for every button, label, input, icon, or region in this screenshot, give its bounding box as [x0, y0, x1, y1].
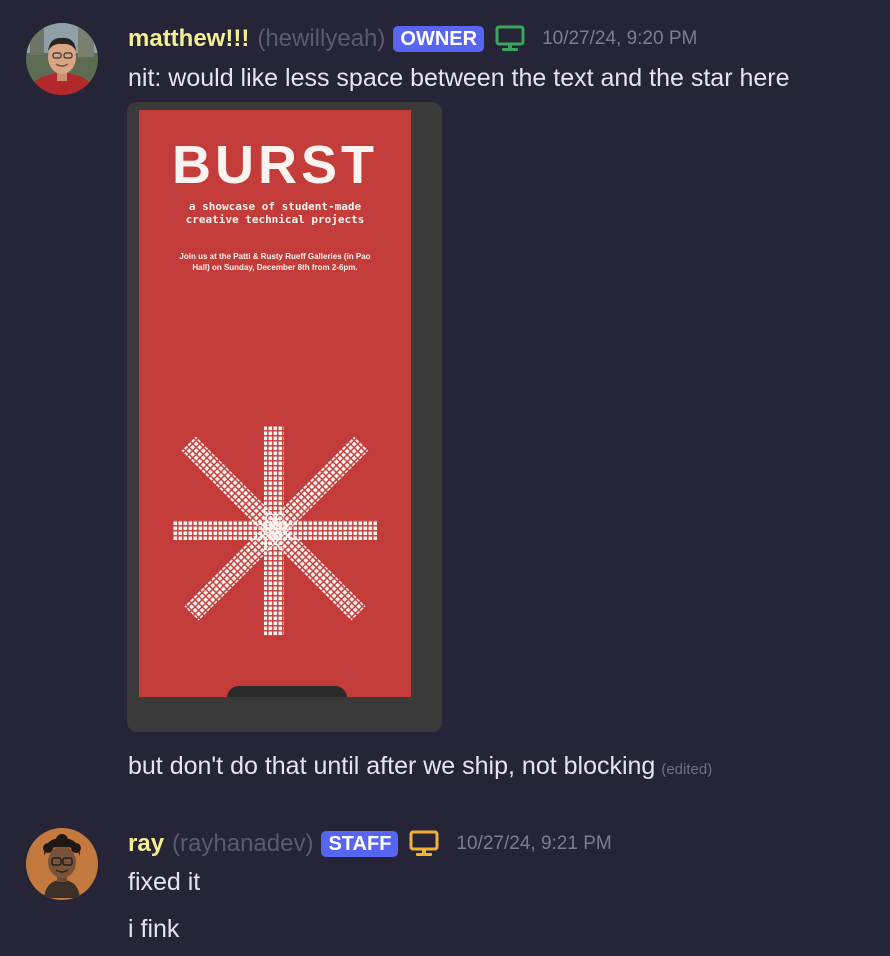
- timestamp[interactable]: 10/27/24, 9:21 PM: [456, 833, 611, 855]
- message-text: i fink: [128, 915, 180, 943]
- followup-text: but don't do that until after we ship, n…: [128, 752, 656, 780]
- role-badge: OWNER: [393, 26, 485, 52]
- desktop-icon: [495, 25, 525, 53]
- poster-subtitle-line: creative technical projects: [185, 213, 365, 226]
- poster-title: BURST: [172, 135, 378, 195]
- role-badge: STAFF: [321, 831, 399, 857]
- username[interactable]: matthew!!!: [128, 25, 249, 53]
- star-graphic: [173, 426, 377, 636]
- poster-subtitle: a showcase of student-made creative tech…: [139, 200, 411, 226]
- desktop-icon: [409, 830, 439, 858]
- avatar-matthew[interactable]: [26, 23, 98, 95]
- message-text: nit: would like less space between the t…: [128, 64, 790, 92]
- message-header: ray (rayhanadev) STAFF 10/27/24, 9:21 PM: [128, 830, 612, 858]
- user-handle[interactable]: (rayhanadev): [172, 830, 313, 858]
- message-ray: ray (rayhanadev) STAFF 10/27/24, 9:21 PM…: [0, 800, 890, 956]
- edited-label: (edited): [661, 761, 713, 778]
- user-handle[interactable]: (hewillyeah): [257, 25, 385, 53]
- avatar-ray[interactable]: [26, 828, 98, 900]
- username[interactable]: ray: [128, 830, 164, 858]
- poster-info: Join us at the Patti & Rusty Rueff Galle…: [149, 251, 401, 273]
- poster-image: BURST a showcase of student-made creativ…: [139, 110, 411, 697]
- poster-subtitle-line: a showcase of student-made: [188, 200, 362, 213]
- message-text: fixed it: [128, 868, 201, 896]
- message-matthew: matthew!!! (hewillyeah) OWNER 10/27/24, …: [0, 0, 890, 800]
- image-attachment[interactable]: BURST a showcase of student-made creativ…: [127, 102, 442, 732]
- phone-home-indicator: [227, 686, 347, 697]
- poster-info-line: Hall) on Sunday, December 8th from 2-6pm…: [192, 263, 358, 272]
- poster-info-line: Join us at the Patti & Rusty Rueff Galle…: [179, 252, 371, 261]
- message-text: but don't do that until after we ship, n…: [128, 752, 712, 781]
- message-header: matthew!!! (hewillyeah) OWNER 10/27/24, …: [128, 25, 697, 53]
- timestamp[interactable]: 10/27/24, 9:20 PM: [542, 28, 697, 50]
